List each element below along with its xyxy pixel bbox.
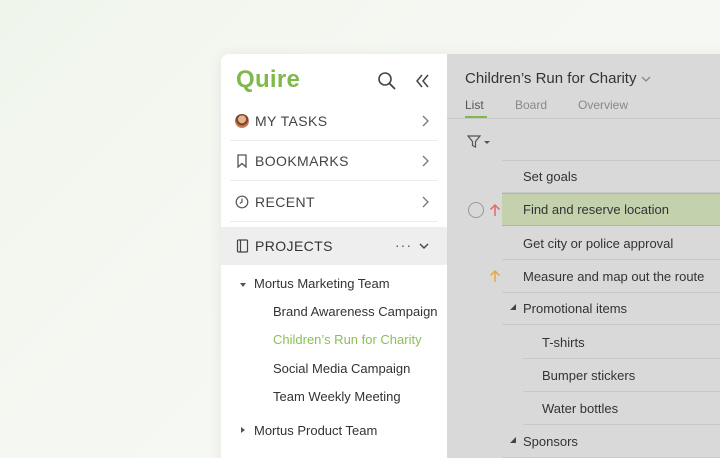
- subtask-row[interactable]: T-shirts: [523, 326, 720, 359]
- team-mortus-product[interactable]: Mortus Product Team: [254, 423, 377, 438]
- task-row-selected[interactable]: Find and reserve location: [502, 193, 720, 226]
- nav-recent[interactable]: RECENT: [230, 182, 438, 222]
- sidebar: Quire MY TASKS BOOKMARKS RECENT PROJECTS…: [221, 54, 447, 458]
- task-row[interactable]: Measure and map out the route: [502, 260, 720, 293]
- complete-checkbox[interactable]: [468, 202, 484, 218]
- app-window: Quire MY TASKS BOOKMARKS RECENT PROJECTS…: [221, 54, 720, 458]
- tab-list[interactable]: List: [465, 98, 484, 112]
- nav-my-tasks[interactable]: MY TASKS: [230, 101, 438, 141]
- team-mortus-marketing[interactable]: Mortus Marketing Team: [254, 276, 390, 291]
- task-text: T-shirts: [542, 334, 585, 350]
- task-text: Get city or police approval: [523, 235, 674, 251]
- nav-my-tasks-label: MY TASKS: [255, 112, 328, 129]
- quire-logo[interactable]: Quire: [236, 66, 300, 94]
- tabs-divider: [447, 118, 720, 119]
- projects-icon: [234, 238, 250, 254]
- caret-right-icon[interactable]: [238, 425, 248, 435]
- nav-bookmarks-label: BOOKMARKS: [255, 152, 349, 169]
- nav-bookmarks[interactable]: BOOKMARKS: [230, 141, 438, 181]
- chevron-right-icon: [422, 155, 429, 167]
- task-text: Sponsors: [523, 433, 578, 449]
- chevron-down-icon[interactable]: [640, 74, 652, 84]
- task-row[interactable]: Set goals: [502, 160, 720, 193]
- tab-board[interactable]: Board: [515, 98, 547, 112]
- project-childrens-run[interactable]: Children’s Run for Charity: [273, 332, 422, 347]
- task-row[interactable]: Get city or police approval: [502, 227, 720, 260]
- project-social-media[interactable]: Social Media Campaign: [273, 361, 410, 376]
- project-title[interactable]: Children’s Run for Charity: [465, 70, 636, 87]
- filter-icon[interactable]: [467, 134, 493, 150]
- collapse-sidebar-icon[interactable]: [414, 72, 432, 90]
- caret-down-icon[interactable]: [509, 304, 517, 312]
- chevron-right-icon: [422, 196, 429, 208]
- task-group-row[interactable]: Promotional items: [502, 292, 720, 325]
- task-text: Set goals: [523, 169, 578, 184]
- caret-down-icon[interactable]: [238, 280, 248, 290]
- projects-header[interactable]: PROJECTS ···: [221, 227, 447, 265]
- more-options-icon[interactable]: ···: [395, 237, 412, 253]
- project-brand-awareness[interactable]: Brand Awareness Campaign: [273, 304, 438, 319]
- avatar: [234, 113, 250, 129]
- clock-icon: [234, 194, 250, 210]
- chevron-down-icon[interactable]: [418, 240, 430, 252]
- task-group-row[interactable]: Sponsors: [502, 425, 720, 458]
- tab-overview[interactable]: Overview: [578, 98, 628, 112]
- task-text: Water bottles: [542, 400, 619, 416]
- priority-high-icon[interactable]: [489, 203, 501, 217]
- search-icon[interactable]: [377, 71, 397, 91]
- task-text: Promotional items: [523, 300, 628, 316]
- project-team-weekly[interactable]: Team Weekly Meeting: [273, 389, 401, 404]
- projects-label: PROJECTS: [255, 238, 333, 254]
- chevron-right-icon: [422, 115, 429, 127]
- task-text: Bumper stickers: [542, 367, 636, 383]
- task-text: Find and reserve location: [523, 202, 669, 217]
- main-panel: Children’s Run for Charity List Board Ov…: [447, 54, 720, 458]
- task-text: Measure and map out the route: [523, 268, 705, 284]
- subtask-row[interactable]: Water bottles: [523, 392, 720, 425]
- nav-recent-label: RECENT: [255, 193, 315, 210]
- priority-medium-icon[interactable]: [489, 269, 501, 283]
- subtask-row[interactable]: Bumper stickers: [523, 359, 720, 392]
- caret-down-icon[interactable]: [509, 437, 517, 445]
- bookmark-icon: [234, 153, 250, 169]
